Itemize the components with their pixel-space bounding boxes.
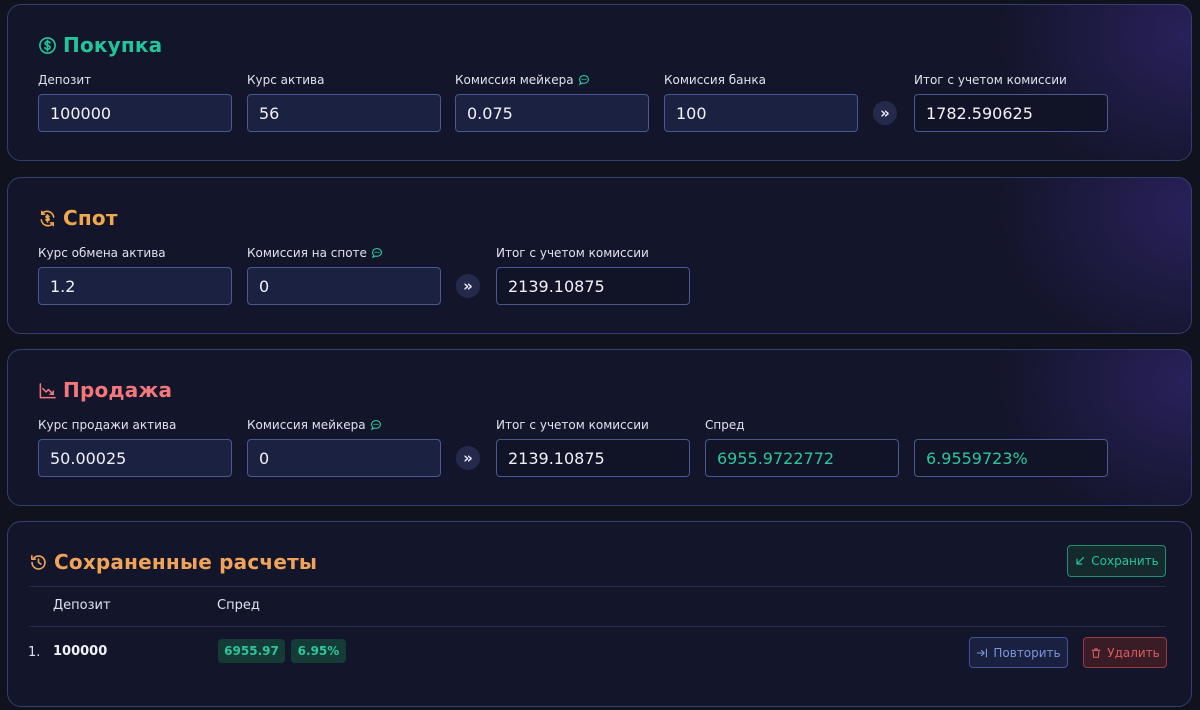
maker-fee-label: Комиссия мейкера	[455, 71, 649, 89]
sale-title-text: Продажа	[63, 378, 173, 402]
exchange-rate-field: Курс обмена актива 1.2	[38, 244, 232, 305]
spot-section: Спот Курс обмена актива 1.2 Комиссия на …	[7, 177, 1192, 334]
sale-maker-fee-label: Комиссия мейкера	[247, 416, 441, 434]
asset-rate-label: Курс актива	[247, 73, 325, 87]
spread-percent-label	[914, 416, 1108, 434]
save-button-label: Сохранить	[1091, 554, 1159, 568]
bank-fee-label: Комиссия банка	[664, 73, 766, 87]
spread-value-field: Спред 6955.9722772	[705, 416, 899, 477]
spot-title: Спот	[38, 206, 118, 230]
sale-section: Продажа Курс продажи актива 50.00025 Ком…	[7, 349, 1192, 506]
double-chevron-right-icon: »	[873, 101, 897, 125]
purchase-total-label: Итог с учетом комиссии	[914, 73, 1067, 87]
saved-title-text: Сохраненные расчеты	[54, 550, 318, 574]
spread-percent-badge: 6.95%	[291, 639, 346, 663]
spot-fee-label: Комиссия на споте	[247, 244, 441, 262]
spot-fee-label-text: Комиссия на споте	[247, 246, 367, 260]
column-header-spread: Спред	[217, 598, 260, 613]
exchange-rate-label: Курс обмена актива	[38, 246, 166, 260]
sale-rate-input[interactable]: 50.00025	[38, 439, 232, 477]
spot-total-output: 2139.10875	[496, 267, 690, 305]
maker-fee-field: Комиссия мейкера 0.075	[455, 71, 649, 132]
row-number: 1.	[28, 645, 41, 660]
arrow-right-to-line-icon	[977, 648, 988, 657]
table-divider	[29, 626, 1166, 627]
comment-info-icon[interactable]	[578, 74, 590, 86]
maker-fee-input[interactable]: 0.075	[455, 94, 649, 132]
dollar-circle-icon	[39, 36, 56, 54]
trash-icon	[1091, 647, 1101, 658]
deposit-input[interactable]: 100000	[38, 94, 232, 132]
save-button[interactable]: Сохранить	[1067, 545, 1166, 577]
exchange-rate-input[interactable]: 1.2	[38, 267, 232, 305]
deposit-label: Депозит	[38, 73, 92, 87]
purchase-title-text: Покупка	[63, 33, 163, 57]
spot-fee-input[interactable]: 0	[247, 267, 441, 305]
bank-fee-input[interactable]: 100	[664, 94, 858, 132]
spot-total-field: Итог с учетом комиссии 2139.10875	[496, 244, 690, 305]
asset-rate-field: Курс актива 56	[247, 71, 441, 132]
spread-value-badge: 6955.97	[218, 639, 285, 663]
double-chevron-right-icon: »	[456, 446, 480, 470]
spot-total-label: Итог с учетом комиссии	[496, 246, 649, 260]
delete-button[interactable]: Удалить	[1083, 637, 1167, 668]
purchase-title: Покупка	[38, 33, 162, 57]
sale-title: Продажа	[38, 378, 172, 402]
history-icon	[31, 554, 46, 570]
sale-maker-fee-input[interactable]: 0	[247, 439, 441, 477]
spot-fee-field: Комиссия на споте 0	[247, 244, 441, 305]
maker-fee-label-text: Комиссия мейкера	[455, 73, 574, 87]
row-deposit: 100000	[53, 644, 108, 659]
spread-percent-field: 6.9559723%	[914, 416, 1108, 477]
sale-total-field: Итог с учетом комиссии 2139.10875	[496, 416, 690, 477]
asset-rate-input[interactable]: 56	[247, 94, 441, 132]
spot-title-text: Спот	[63, 206, 118, 230]
saved-title: Сохраненные расчеты	[29, 550, 317, 574]
spread-percent-output: 6.9559723%	[914, 439, 1108, 477]
column-header-deposit: Депозит	[53, 598, 111, 613]
spread-label: Спред	[705, 418, 745, 432]
sale-total-label: Итог с учетом комиссии	[496, 418, 649, 432]
saved-calculations-section: Сохраненные расчеты Сохранить Депозит Сп…	[7, 521, 1192, 707]
spread-value-output: 6955.9722772	[705, 439, 899, 477]
delete-button-label: Удалить	[1107, 645, 1160, 660]
sale-rate-field: Курс продажи актива 50.00025	[38, 416, 232, 477]
table-divider	[29, 586, 1166, 587]
exchange-cycle-icon	[40, 210, 55, 226]
double-chevron-right-icon: »	[456, 274, 480, 298]
bank-fee-field: Комиссия банка 100	[664, 71, 858, 132]
repeat-button-label: Повторить	[993, 645, 1061, 660]
deposit-field: Депозит 100000	[38, 71, 232, 132]
trending-down-icon	[39, 382, 56, 398]
purchase-total-field: Итог с учетом комиссии 1782.590625	[914, 71, 1108, 132]
sale-total-output: 2139.10875	[496, 439, 690, 477]
arrow-down-left-icon	[1076, 556, 1085, 565]
sale-maker-fee-label-text: Комиссия мейкера	[247, 418, 366, 432]
sale-rate-label: Курс продажи актива	[38, 418, 177, 432]
repeat-button[interactable]: Повторить	[969, 637, 1068, 668]
comment-info-icon[interactable]	[371, 247, 383, 259]
purchase-section: Покупка Депозит 100000 Курс актива 56 Ко…	[7, 4, 1192, 161]
sale-maker-fee-field: Комиссия мейкера 0	[247, 416, 441, 477]
purchase-total-output: 1782.590625	[914, 94, 1108, 132]
comment-info-icon[interactable]	[370, 419, 382, 431]
